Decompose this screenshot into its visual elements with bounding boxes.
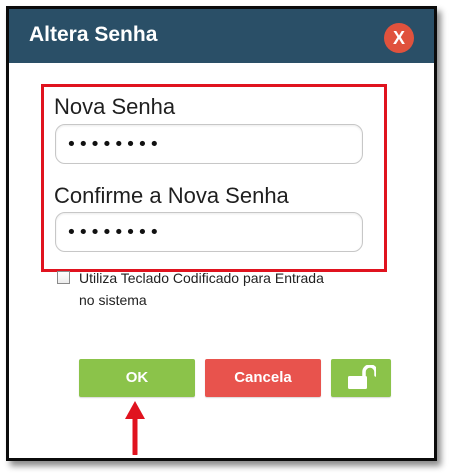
confirm-password-field[interactable] bbox=[55, 212, 363, 252]
ok-button[interactable]: OK bbox=[79, 359, 195, 397]
dialog-title: Altera Senha bbox=[29, 23, 158, 46]
unlock-icon bbox=[348, 365, 376, 389]
pointer-arrow-icon bbox=[125, 401, 145, 455]
new-password-label: Nova Senha bbox=[54, 94, 176, 119]
cancel-button[interactable]: Cancela bbox=[205, 359, 321, 397]
coded-keyboard-checkbox[interactable] bbox=[57, 271, 70, 284]
dialog-titlebar: Altera Senha X bbox=[9, 9, 434, 63]
coded-keyboard-label: Utiliza Teclado Codificado para Entrada … bbox=[79, 270, 324, 308]
unlock-button[interactable] bbox=[331, 359, 391, 397]
new-password-field[interactable] bbox=[55, 124, 363, 164]
dialog-frame: Altera Senha X Nova Senha Confirme a Nov… bbox=[6, 6, 437, 461]
close-button[interactable]: X bbox=[384, 23, 414, 53]
confirm-password-label: Confirme a Nova Senha bbox=[54, 183, 289, 208]
